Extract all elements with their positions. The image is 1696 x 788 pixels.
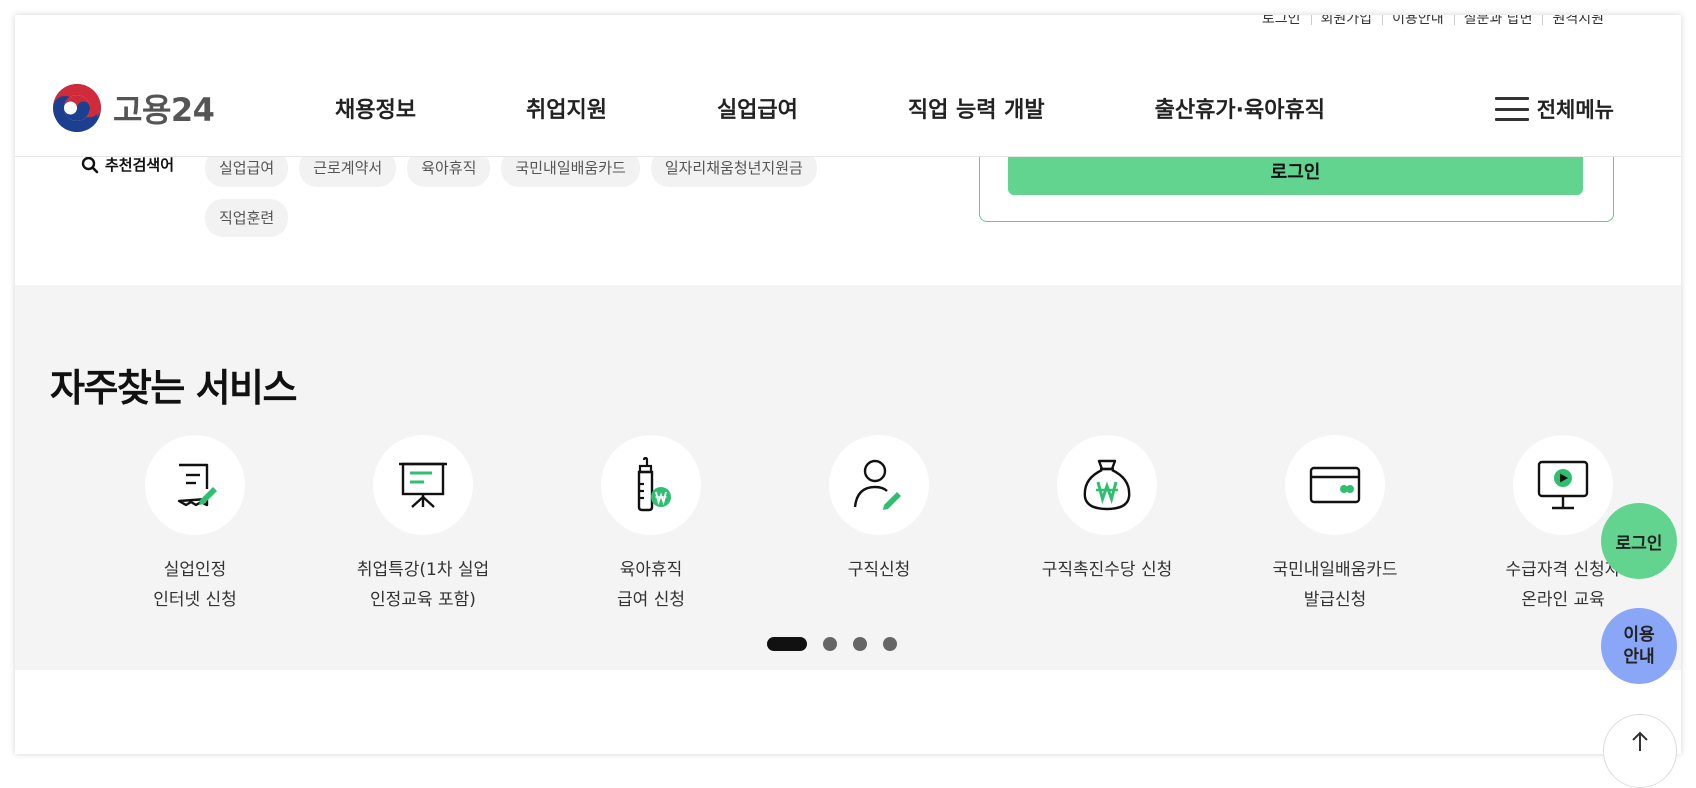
person-edit-icon	[853, 459, 901, 510]
section-title: 자주찾는 서비스	[50, 366, 297, 410]
main-nav: 채용정보 취업지원 실업급여 직업 능력 개발 출산휴가·육아휴직	[335, 92, 1325, 124]
service-icon-circle	[1285, 435, 1385, 535]
pagination-dot[interactable]	[823, 637, 837, 651]
service-label: 실업인정 인터넷 신청	[153, 560, 237, 610]
baby-bottle-won-icon	[637, 457, 671, 512]
logo-text: 고용24	[113, 91, 215, 129]
service-item[interactable]: 취업특강(1차 실업 인정교육 포함)	[309, 435, 537, 615]
service-item[interactable]: 육아휴직 급여 신청	[537, 435, 765, 615]
credit-card-icon	[1309, 466, 1361, 504]
nav-item-parental-leave[interactable]: 출산휴가·육아휴직	[1155, 92, 1325, 124]
tag-keyword[interactable]: 직업훈련	[205, 199, 289, 237]
service-icon-circle	[1513, 435, 1613, 535]
scroll-top-button[interactable]	[1603, 714, 1677, 788]
pagination-dot[interactable]	[883, 637, 897, 651]
service-label: 육아휴직 급여 신청	[617, 560, 685, 610]
search-icon	[81, 156, 99, 173]
util-remote-support-link[interactable]: 원격지원	[1542, 15, 1614, 27]
service-item[interactable]: 구직촉진수당 신청	[993, 435, 1221, 615]
floating-guide-button[interactable]: 이용 안내	[1601, 608, 1677, 684]
frequent-services-section: 자주찾는 서비스 실업인정 인터넷 신청 취업특강(1차 실업 인정교육 포함)…	[15, 285, 1681, 670]
service-icon-circle	[373, 435, 473, 535]
service-icon-circle	[1057, 435, 1157, 535]
service-label: 국민내일배움카드 발급신청	[1272, 560, 1398, 610]
recommended-search-label-text: 추천검색어	[105, 156, 175, 174]
floating-login-button[interactable]: 로그인	[1601, 503, 1677, 579]
recommended-tags: 실업급여 근로계약서 육아휴직 국민내일배움카드 일자리채움청년지원금 직업훈련	[205, 149, 895, 237]
service-icon-circle	[601, 435, 701, 535]
nav-item-jobs[interactable]: 채용정보	[335, 92, 416, 124]
service-list: 실업인정 인터넷 신청 취업특강(1차 실업 인정교육 포함) 육아휴직 급여 …	[81, 435, 1677, 615]
util-login-link[interactable]: 로그인	[1252, 15, 1311, 27]
presentation-board-icon	[399, 462, 447, 508]
util-signup-link[interactable]: 회원가입	[1310, 15, 1383, 27]
monitor-play-icon	[1537, 460, 1589, 510]
service-label: 구직신청	[847, 560, 911, 580]
service-icon-circle	[145, 435, 245, 535]
floating-guide-label-line2: 안내	[1623, 647, 1655, 667]
nav-item-vocational-training[interactable]: 직업 능력 개발	[908, 92, 1045, 124]
recommended-search-label: 추천검색어	[81, 154, 174, 175]
arrow-up-icon	[1632, 731, 1648, 751]
site-logo[interactable]: 고용24	[53, 84, 215, 132]
util-guide-link[interactable]: 이용안내	[1382, 15, 1454, 27]
nav-item-unemployment-benefit[interactable]: 실업급여	[717, 92, 798, 124]
site-header: 고용24 채용정보 취업지원 실업급여 직업 능력 개발 출산휴가·육아휴직 전…	[15, 32, 1681, 157]
all-menu-button[interactable]: 전체메뉴	[1494, 94, 1614, 124]
document-edit-icon	[177, 463, 217, 507]
util-qna-link[interactable]: 질문과 답변	[1453, 15, 1543, 27]
all-menu-label: 전체메뉴	[1536, 98, 1614, 122]
floating-guide-label-line1: 이용	[1623, 625, 1655, 645]
service-item[interactable]: 국민내일배움카드 발급신청	[1221, 435, 1449, 615]
pagination-dot[interactable]	[853, 637, 867, 651]
floating-login-label: 로그인	[1615, 533, 1663, 554]
service-icon-circle	[829, 435, 929, 535]
carousel-pagination	[767, 637, 897, 651]
nav-item-employment-support[interactable]: 취업지원	[526, 92, 607, 124]
service-item[interactable]: 실업인정 인터넷 신청	[81, 435, 309, 615]
taegeuk-logo-icon	[53, 84, 101, 132]
service-label: 취업특강(1차 실업 인정교육 포함)	[356, 560, 490, 610]
page-frame: 고용24 채용정보 취업지원 실업급여 직업 능력 개발 출산휴가·육아휴직 전…	[15, 15, 1681, 754]
hamburger-icon	[1494, 97, 1529, 121]
service-label: 구직촉진수당 신청	[1041, 560, 1173, 580]
money-bag-won-icon	[1083, 459, 1131, 511]
login-button[interactable]: 로그인	[1008, 151, 1583, 195]
utility-links: 로그인 회원가입 이용안내 질문과 답변 원격지원	[1252, 15, 1614, 27]
service-item[interactable]: 구직신청	[765, 435, 993, 615]
pagination-dot-active[interactable]	[767, 637, 807, 651]
